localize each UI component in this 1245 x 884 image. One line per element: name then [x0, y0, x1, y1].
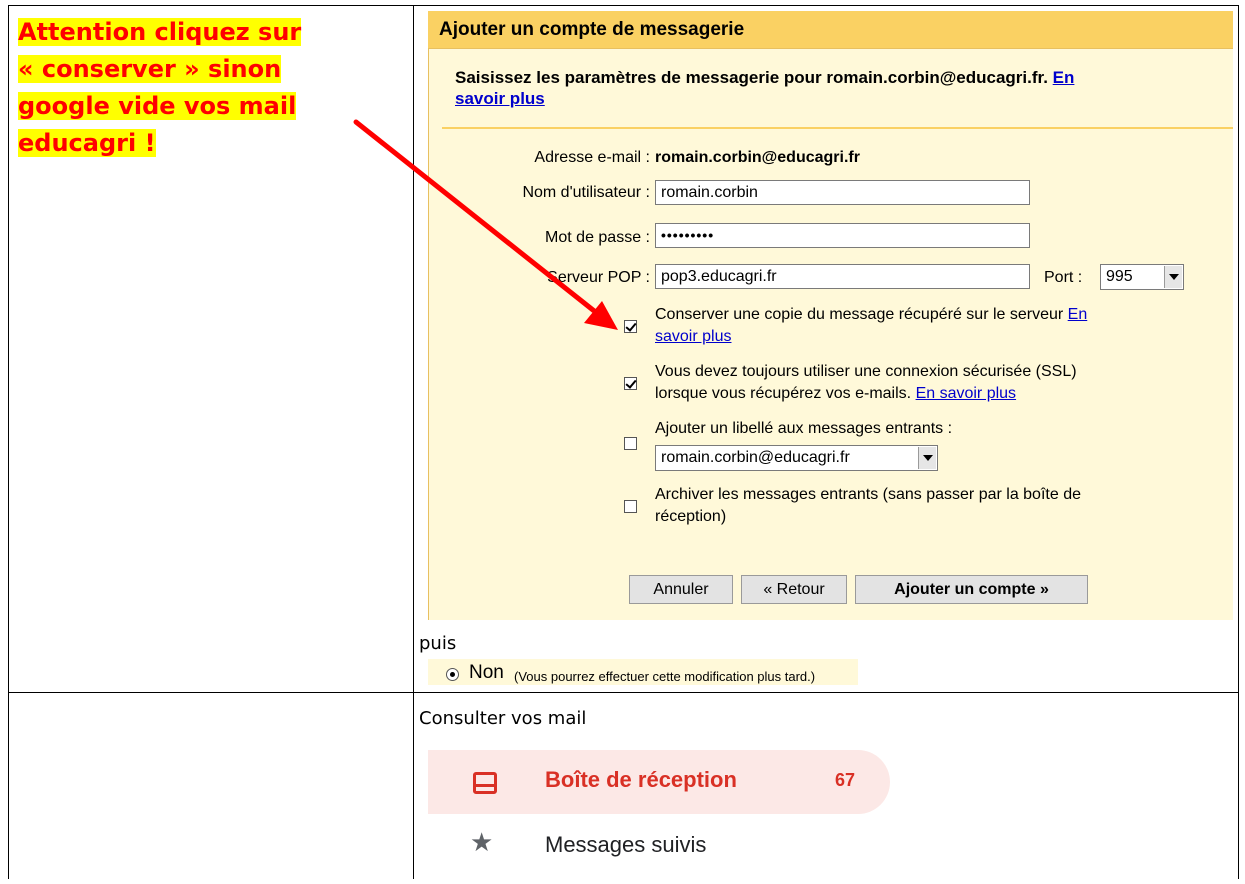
- inbox-unread-count: 67: [835, 770, 856, 790]
- nav-item-starred[interactable]: Messages suivis: [545, 832, 706, 858]
- consult-text: Consulter vos mail: [419, 708, 587, 729]
- non-radio[interactable]: [446, 668, 459, 681]
- inbox-label[interactable]: Boîte de réception: [545, 767, 737, 793]
- non-note: (Vous pourrez effectuer cette modificati…: [514, 669, 816, 684]
- puis-text: puis: [419, 633, 457, 654]
- star-icon: ★: [470, 827, 494, 857]
- inbox-icon: [473, 772, 497, 794]
- non-label: Non: [469, 662, 504, 683]
